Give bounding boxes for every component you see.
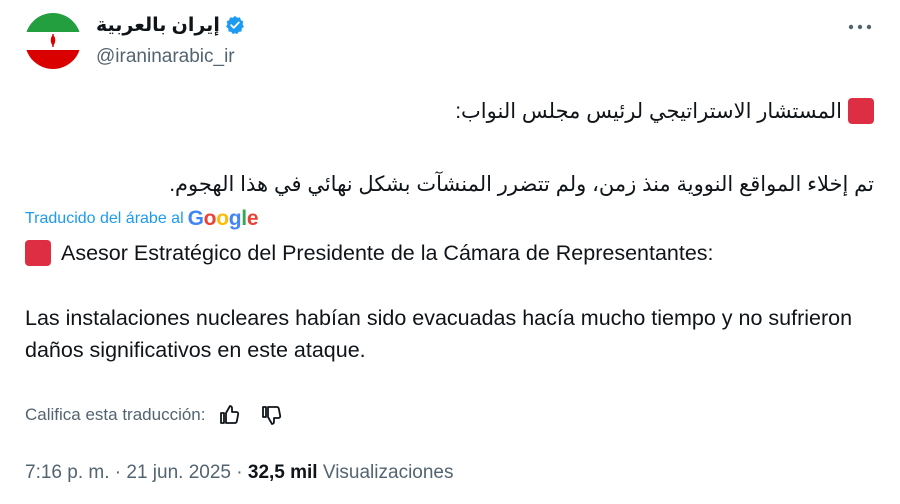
thumbs-down-button[interactable] <box>259 403 283 427</box>
red-square-emoji <box>848 98 874 124</box>
translation-label: Traducido del árabe al <box>25 210 184 227</box>
google-logo: Google <box>187 207 259 230</box>
tweet-date[interactable]: 21 jun. 2025 <box>126 462 231 483</box>
translated-body: Las instalaciones nucleares habían sido … <box>25 306 853 362</box>
rate-translation: Califica esta traducción: <box>25 403 283 427</box>
avatar[interactable] <box>25 13 81 69</box>
author-name-row[interactable]: إيران بالعربية <box>96 13 245 37</box>
verified-badge-icon <box>225 15 244 35</box>
author-handle[interactable]: @iraninarabic_ir <box>96 46 235 68</box>
tweet-arabic-line-1: المستشار الاستراتيجي لرئيس مجلس النواب: <box>455 98 874 124</box>
translated-text-1: Asesor Estratégico del Presidente de la … <box>61 240 714 265</box>
translation-attribution[interactable]: Traducido del árabe al Google <box>25 207 259 231</box>
views-count: 32,5 mil <box>247 462 318 483</box>
more-options-button[interactable] <box>846 17 874 37</box>
thumbs-down-icon <box>262 406 282 425</box>
tweet-meta: 7:16 p. m. · 21 jun. 2025 · 32,5 mil Vis… <box>25 462 454 484</box>
meta-separator: · <box>236 462 248 483</box>
thumbs-up-button[interactable] <box>217 403 241 427</box>
more-options-icon <box>848 24 872 30</box>
tweet-arabic-text-1: المستشار الاستراتيجي لرئيس مجلس النواب: <box>455 99 842 123</box>
rate-prompt: Califica esta traducción: <box>25 405 206 424</box>
meta-separator: · <box>114 462 127 483</box>
views-label: Visualizaciones <box>322 462 454 483</box>
tweet-time[interactable]: 7:16 p. m. <box>25 462 110 483</box>
translated-line-1: Asesor Estratégico del Presidente de la … <box>25 240 714 266</box>
iran-flag-avatar <box>25 13 81 69</box>
tweet-arabic-text-2: تم إخلاء المواقع النووية منذ زمن، ولم تت… <box>169 173 874 196</box>
thumbs-up-icon <box>220 405 240 424</box>
tweet-arabic-line-2: تم إخلاء المواقع النووية منذ زمن، ولم تت… <box>169 172 874 197</box>
red-square-emoji <box>25 240 51 266</box>
author-display-name[interactable]: إيران بالعربية <box>96 14 220 37</box>
